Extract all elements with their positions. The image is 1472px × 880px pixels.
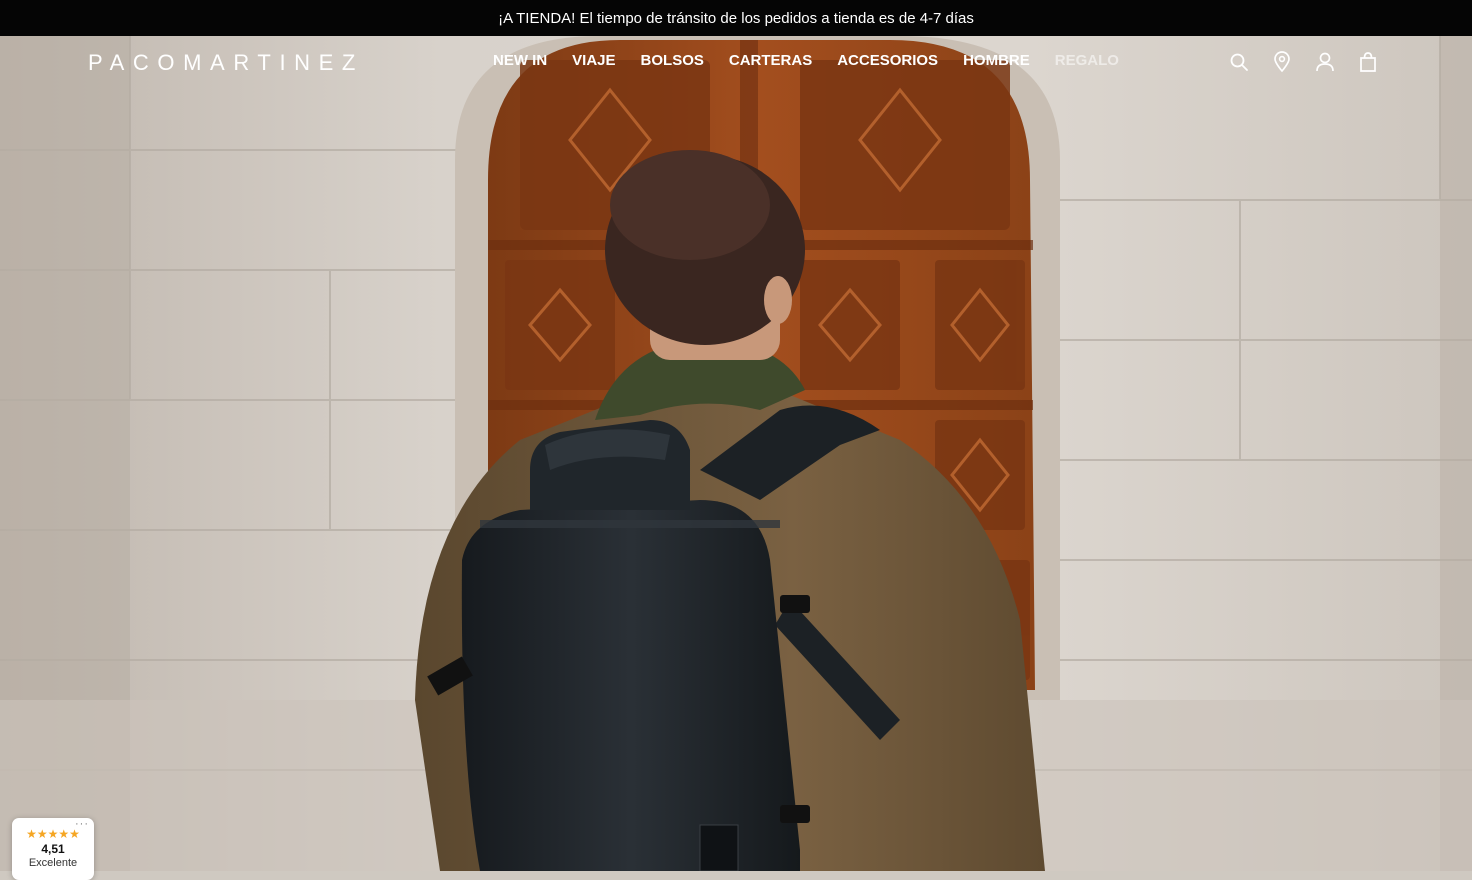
nav-item-accesorios[interactable]: ACCESORIOS <box>837 52 938 69</box>
nav-item-hombre[interactable]: HOMBRE <box>963 52 1030 69</box>
header-icons <box>1228 51 1379 73</box>
store-locator-icon[interactable] <box>1271 51 1293 73</box>
nav-item-bolsos[interactable]: BOLSOS <box>641 52 704 69</box>
cart-icon[interactable] <box>1357 51 1379 73</box>
hero-image[interactable] <box>0 36 1472 871</box>
nav-item-regalo[interactable]: REGALO <box>1055 52 1119 69</box>
rating-label: Excelente <box>28 857 78 869</box>
main-nav: NEW IN VIAJE BOLSOS CARTERAS ACCESORIOS … <box>493 52 1144 69</box>
nav-item-viaje[interactable]: VIAJE <box>572 52 615 69</box>
hero-illustration <box>0 36 1472 871</box>
rating-value: 4,51 <box>41 842 65 856</box>
badge-menu-icon[interactable]: ··· <box>75 818 89 830</box>
account-icon[interactable] <box>1314 51 1336 73</box>
announcement-text: ¡A TIENDA! El tiempo de tránsito de los … <box>498 9 974 27</box>
search-icon[interactable] <box>1228 51 1250 73</box>
site-header: PACOMARTINEZ NEW IN VIAJE BOLSOS CARTERA… <box>0 36 1472 88</box>
backpack <box>461 500 800 871</box>
brand-logo[interactable]: PACOMARTINEZ <box>88 50 364 76</box>
announcement-bar: ¡A TIENDA! El tiempo de tránsito de los … <box>0 0 1472 36</box>
nav-item-carteras[interactable]: CARTERAS <box>729 52 812 69</box>
nav-item-new-in[interactable]: NEW IN <box>493 52 547 69</box>
